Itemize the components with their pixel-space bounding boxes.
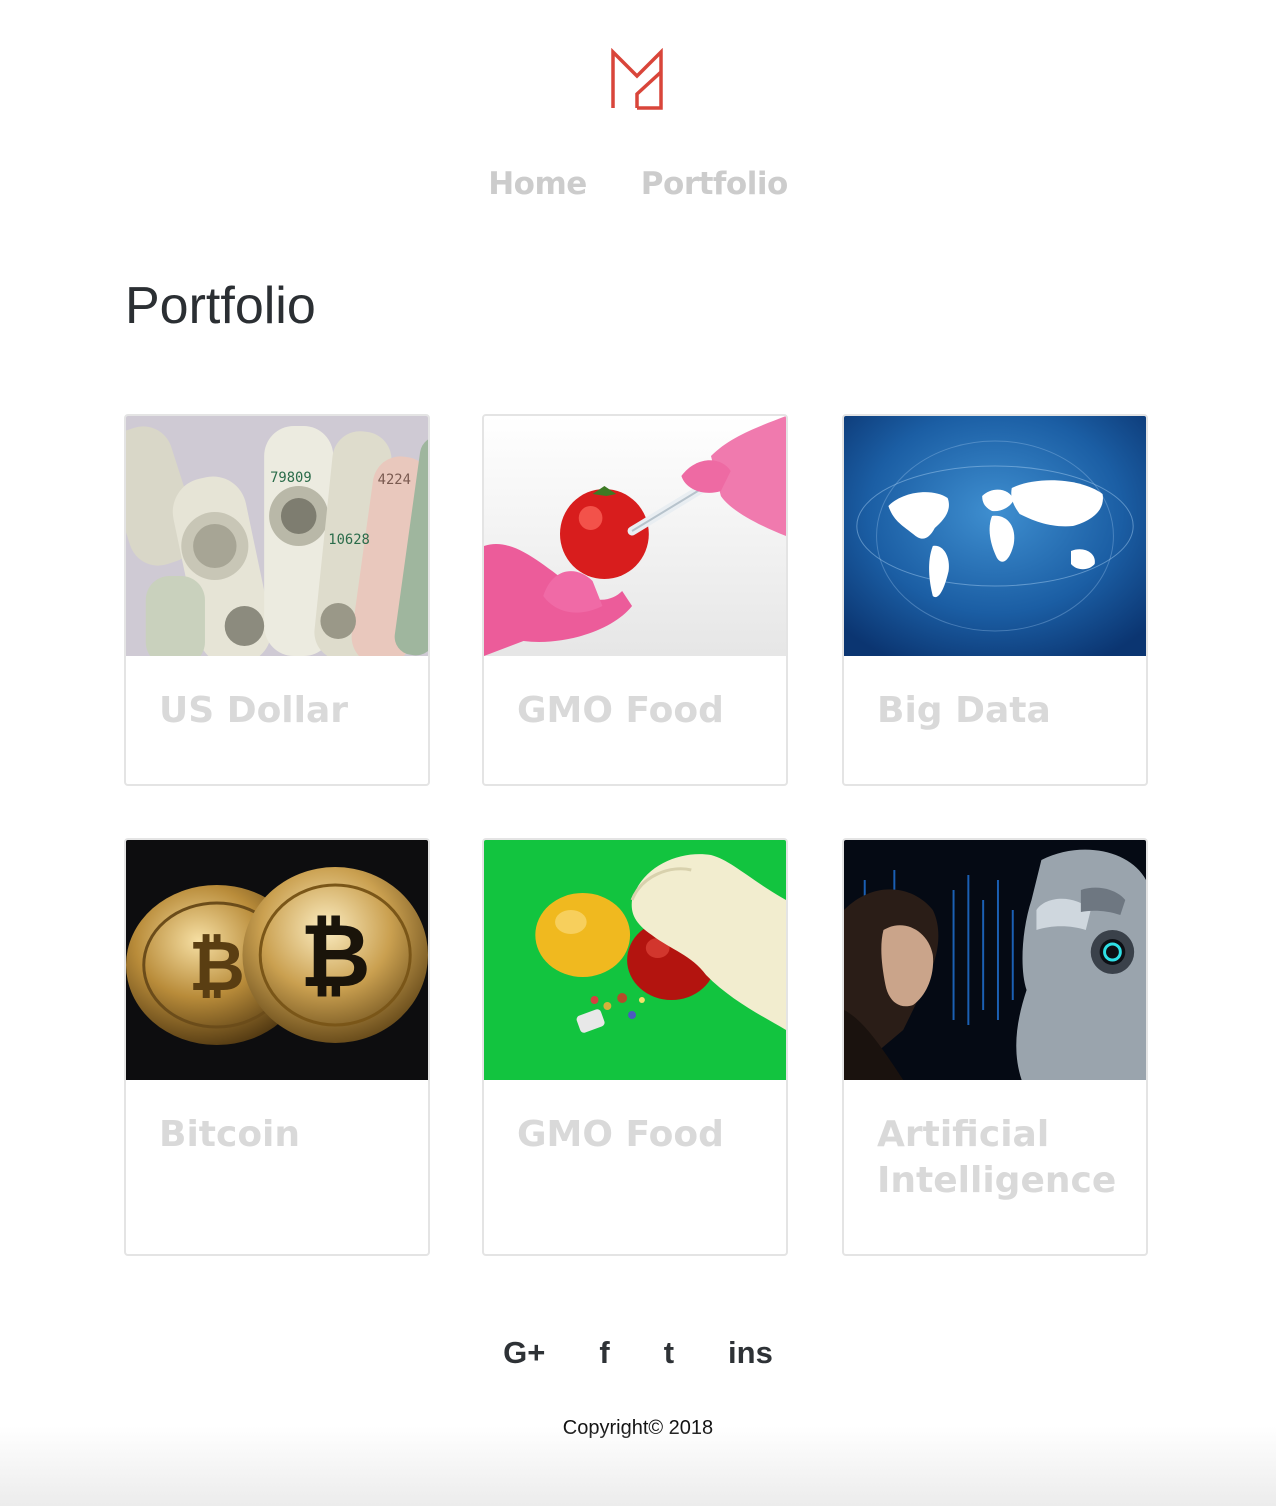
card-title: Bitcoin xyxy=(159,1114,301,1155)
portfolio-card-big-data[interactable]: Big Data xyxy=(842,414,1148,786)
copyright-text: Copyright© 2018 xyxy=(562,1417,714,1439)
google-plus-icon[interactable]: G+ xyxy=(503,1335,545,1371)
bitcoin-coins-image: ₿ ₿ xyxy=(126,840,428,1080)
twitter-icon[interactable]: t xyxy=(664,1335,674,1371)
portfolio-card-gmo-food[interactable]: GMO Food xyxy=(482,414,788,786)
world-map-image xyxy=(844,416,1146,656)
portfolio-card-gmo-food-2[interactable]: GMO Food xyxy=(482,838,788,1256)
card-title: US Dollar xyxy=(159,690,349,731)
svg-text:10628: 10628 xyxy=(328,532,370,548)
nav-portfolio-link[interactable]: Portfolio xyxy=(641,166,788,202)
svg-text:₿: ₿ xyxy=(300,904,371,1007)
social-links: G+ f t ins xyxy=(0,1335,1276,1371)
portfolio-card-bitcoin[interactable]: ₿ ₿ Bitcoin xyxy=(124,838,430,1256)
svg-text:79809: 79809 xyxy=(270,470,312,486)
card-title: GMO Food xyxy=(517,690,724,731)
card-title: Big Data xyxy=(877,690,1051,731)
pepper-pills-image xyxy=(484,840,786,1080)
portfolio-card-us-dollar[interactable]: 79809 10628 4224 US Dollar xyxy=(124,414,430,786)
header-logo-wrap xyxy=(0,48,1276,110)
main-nav: Home Portfolio xyxy=(0,166,1276,202)
tomato-syringe-image xyxy=(484,416,786,656)
svg-text:₿: ₿ xyxy=(189,926,245,1008)
dollar-bills-image: 79809 10628 4224 xyxy=(126,416,428,656)
svg-text:4224: 4224 xyxy=(378,472,411,488)
card-title: Artificial Intelligence xyxy=(877,1114,1117,1201)
nav-home-link[interactable]: Home xyxy=(488,166,587,202)
instagram-icon[interactable]: ins xyxy=(728,1335,773,1371)
woman-robot-image xyxy=(844,840,1146,1080)
card-title: GMO Food xyxy=(517,1114,724,1155)
portfolio-card-artificial-intelligence[interactable]: Artificial Intelligence xyxy=(842,838,1148,1256)
facebook-icon[interactable]: f xyxy=(599,1335,609,1371)
m-logo-icon[interactable] xyxy=(611,48,665,110)
page-title: Portfolio xyxy=(125,277,316,335)
